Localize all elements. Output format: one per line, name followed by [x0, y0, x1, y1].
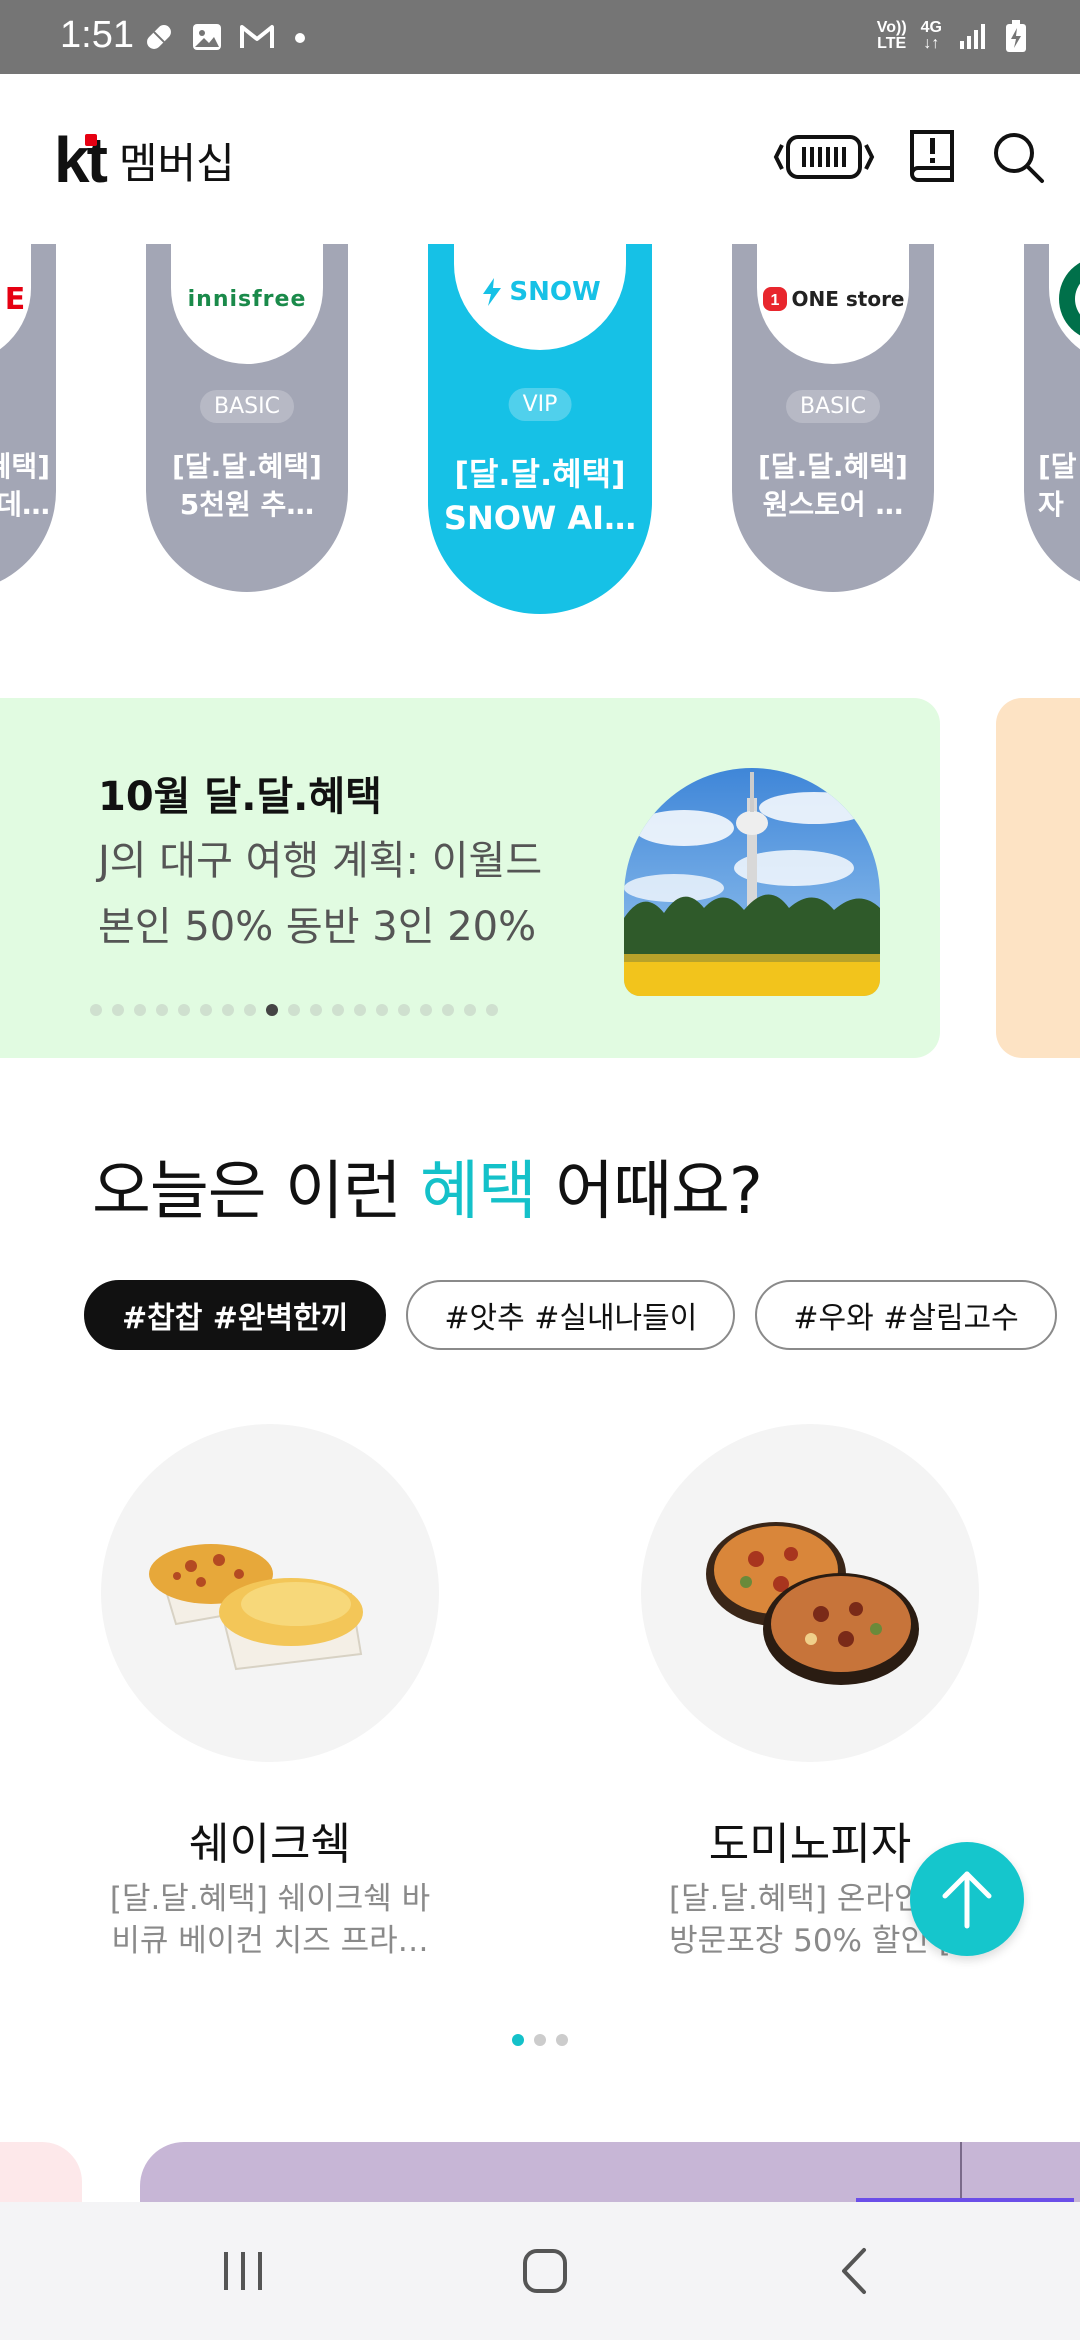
brand-logo-text: SNOW — [509, 277, 601, 307]
tag-chip-active[interactable]: #찹찹 #완벽한끼 — [84, 1280, 387, 1350]
tag-filter-row: #찹찹 #완벽한끼 #앗추 #실내나들이 #우와 #살림고수 — [84, 1280, 1057, 1350]
banner-subtitle-line: J의 대구 여행 계획: 이월드 — [98, 838, 543, 884]
banner-page-dot — [222, 1004, 234, 1016]
banner-subtitle: J의 대구 여행 계획: 이월드 본인 50% 동반 3인 20% — [98, 828, 542, 960]
banner-subtitle-line: 본인 50% 동반 3인 20% — [98, 904, 537, 950]
section-title: 오늘은 이런 혜택 어때요? — [92, 1155, 763, 1229]
notification-dot-icon — [295, 33, 305, 43]
next-banner-peek[interactable] — [996, 698, 1080, 1058]
grade-badge: VIP — [508, 388, 572, 421]
kt-logo: kt — [54, 124, 108, 196]
brand-card-snow[interactable]: SNOW VIP [달.달.혜택] SNOW AI… — [428, 244, 652, 614]
system-nav-bar — [0, 2202, 1080, 2340]
product-image — [101, 1424, 439, 1762]
banner-page-dot — [266, 1004, 278, 1016]
banner-page-dot — [90, 1004, 102, 1016]
banner-page-dot — [310, 1004, 322, 1016]
product-pagination — [512, 2034, 568, 2046]
banner-page-dot — [486, 1004, 498, 1016]
snow-bolt-icon — [483, 278, 502, 306]
banner-title: 10월 달.달.혜택 — [98, 774, 382, 820]
network-4g-indicator: 4G ↓↑ — [920, 19, 942, 52]
product-name: 쉐이크쉑 — [189, 1819, 351, 1870]
banner-page-dot — [112, 1004, 124, 1016]
banner-page-dot — [200, 1004, 212, 1016]
product-page-dot — [534, 2034, 546, 2046]
banner-image-tower — [624, 768, 880, 996]
brand-logo-badge — [1049, 244, 1080, 364]
product-page-dot — [556, 2034, 568, 2046]
brand-logo-badge: 1 ONE store — [757, 244, 909, 364]
back-icon[interactable] — [830, 2246, 880, 2296]
arrow-up-icon — [942, 1871, 992, 1929]
banner-page-dot — [134, 1004, 146, 1016]
search-icon[interactable] — [990, 129, 1046, 185]
starbucks-logo-icon — [1059, 262, 1080, 336]
svg-text:1: 1 — [770, 292, 779, 309]
brand-carousel[interactable]: E [달.달.혜택] 데… innisfree BASIC [달.달.혜택] 5… — [0, 244, 1080, 624]
banner-page-dot — [156, 1004, 168, 1016]
kt-logo-dot — [85, 134, 97, 146]
status-bar: 1:51 Vo)) LTE 4G ↓↑ — [0, 0, 1080, 74]
recent-apps-icon[interactable] — [218, 2246, 268, 2296]
app-title: 멤버십 — [118, 138, 235, 188]
banner-page-dot — [332, 1004, 344, 1016]
barcode-icon[interactable] — [772, 127, 876, 187]
onestore-icon: 1 — [762, 287, 787, 311]
app-header: kt 멤버십 — [0, 74, 1080, 244]
brand-logo-text: ONE store — [791, 287, 905, 311]
notice-book-icon[interactable] — [906, 126, 960, 188]
brand-title: [달.달.혜택] SNOW AI… — [443, 455, 637, 537]
banner-page-dot — [464, 1004, 476, 1016]
brand-logo-badge: innisfree — [171, 244, 323, 364]
grade-badge: BASIC — [200, 390, 294, 423]
banner-page-dot — [442, 1004, 454, 1016]
banner-page-dot — [354, 1004, 366, 1016]
kt-membership-logo[interactable]: kt 멤버십 — [54, 128, 235, 192]
scroll-top-button[interactable] — [910, 1842, 1024, 1956]
banner-page-dot — [376, 1004, 388, 1016]
brand-card-onestore[interactable]: 1 ONE store BASIC [달.달.혜택] 원스토어 … — [732, 244, 934, 592]
product-page-dot — [512, 2034, 524, 2046]
banner-page-dot — [288, 1004, 300, 1016]
brand-title: [달 자 — [1038, 450, 1077, 521]
promo-banner[interactable]: 10월 달.달.혜택 J의 대구 여행 계획: 이월드 본인 50% 동반 3인… — [0, 698, 940, 1058]
pill-icon — [147, 25, 171, 49]
tag-chip[interactable]: #우와 #살림고수 — [755, 1280, 1057, 1350]
battery-charging-icon — [1006, 20, 1026, 52]
brand-logo-text: innisfree — [187, 286, 307, 312]
brand-title: [달.달.혜택] 데… — [0, 450, 50, 521]
gmail-icon — [240, 25, 274, 48]
product-image — [641, 1424, 979, 1762]
status-time: 1:51 — [60, 14, 134, 56]
banner-pagination — [90, 1004, 498, 1016]
product-card-shakeshack[interactable]: 쉐이크쉑 [달.달.혜택] 쉐이크쉑 바 비큐 베이컨 치즈 프라… — [50, 1424, 490, 1962]
banner-page-dot — [420, 1004, 432, 1016]
brand-title: [달.달.혜택] 5천원 추… — [172, 450, 322, 521]
brand-card-innisfree[interactable]: innisfree BASIC [달.달.혜택] 5천원 추… — [146, 244, 348, 592]
banner-page-dot — [178, 1004, 190, 1016]
brand-card-starbucks[interactable]: [달 자 — [1024, 244, 1080, 592]
tag-chip[interactable]: #앗추 #실내나들이 — [406, 1280, 736, 1350]
brand-logo-text: E — [4, 281, 26, 317]
signal-icon — [960, 24, 985, 49]
brand-title: [달.달.혜택] 원스토어 … — [758, 450, 908, 521]
gallery-icon — [193, 24, 221, 50]
home-icon[interactable] — [520, 2246, 570, 2296]
grade-badge: BASIC — [786, 390, 880, 423]
banner-page-dot — [244, 1004, 256, 1016]
brand-logo-badge: SNOW — [454, 244, 626, 350]
product-description: [달.달.혜택] 쉐이크쉑 바 비큐 베이컨 치즈 프라… — [109, 1881, 431, 1959]
banner-page-dot — [398, 1004, 410, 1016]
brand-logo-badge: E — [0, 244, 31, 364]
volte-indicator: Vo)) LTE — [876, 19, 907, 52]
section-title-highlight: 혜택 — [420, 1155, 537, 1229]
brand-card[interactable]: E [달.달.혜택] 데… — [0, 244, 56, 592]
